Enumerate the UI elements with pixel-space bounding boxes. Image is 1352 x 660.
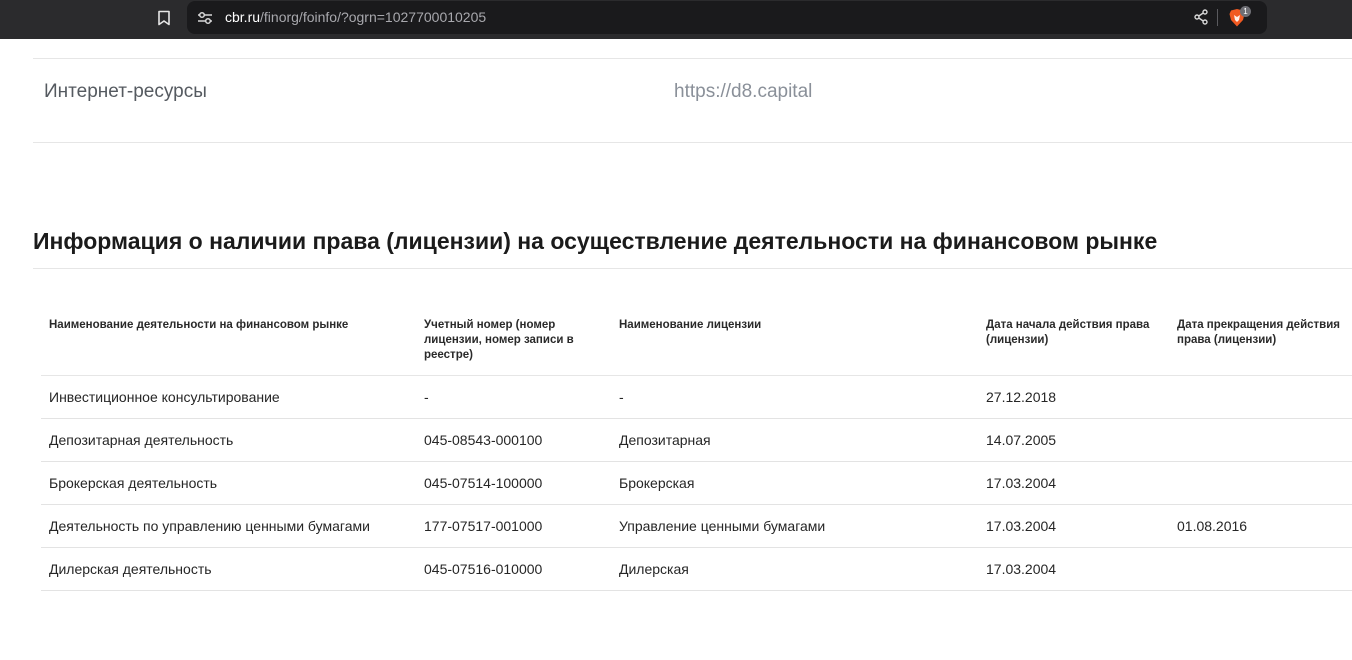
site-settings-icon[interactable] — [195, 8, 215, 28]
cell-license-name: Дилерская — [619, 561, 689, 577]
cell-start-date: 17.03.2004 — [986, 518, 1057, 534]
cell-number: - — [424, 389, 429, 405]
cell-activity: Деятельность по управлению ценными бумаг… — [49, 518, 370, 534]
section-title: Информация о наличии права (лицензии) на… — [33, 228, 1158, 254]
cell-number: 177-07517-001000 — [424, 518, 543, 534]
cell-activity: Депозитарная деятельность — [49, 432, 234, 448]
table-row: Инвестиционное консультирование - - 27.1… — [41, 376, 1352, 419]
cell-activity: Инвестиционное консультирование — [49, 389, 280, 405]
cell-end-date: 01.08.2016 — [1177, 518, 1248, 534]
browser-toolbar: cbr.ru/finorg/foinfo/?ogrn=1027700010205… — [0, 0, 1352, 39]
contact-value-link[interactable]: https://d8.capital — [674, 81, 812, 103]
column-header-activity: Наименование деятельности на финансовом … — [49, 319, 349, 331]
share-icon[interactable] — [1191, 7, 1211, 27]
url-host: cbr.ru — [225, 9, 261, 25]
cell-number: 045-07516-010000 — [424, 561, 543, 577]
bookmark-icon[interactable] — [152, 6, 176, 30]
address-bar[interactable]: cbr.ru/finorg/foinfo/?ogrn=1027700010205… — [187, 1, 1267, 34]
table-row: Деятельность по управлению ценными бумаг… — [41, 505, 1352, 548]
contact-label: Интернет-ресурсы — [44, 81, 207, 102]
table-row: Депозитарная деятельность 045-08543-0001… — [41, 419, 1352, 462]
column-header-number: Учетный номер (номер лицензии, номер зап… — [424, 319, 574, 361]
column-header-start-date: Дата начала действия права (лицензии) — [986, 319, 1150, 346]
cell-activity: Дилерская деятельность — [49, 561, 212, 577]
section-title-divider — [33, 268, 1352, 269]
divider — [33, 142, 1352, 143]
cell-number: 045-07514-100000 — [424, 475, 543, 491]
cell-license-name: Брокерская — [619, 475, 695, 491]
table-row: Брокерская деятельность 045-07514-100000… — [41, 462, 1352, 505]
cell-license-name: Депозитарная — [619, 432, 711, 448]
cell-number: 045-08543-000100 — [424, 432, 543, 448]
cell-start-date: 27.12.2018 — [986, 389, 1057, 405]
cell-start-date: 17.03.2004 — [986, 475, 1057, 491]
divider — [33, 58, 1352, 59]
column-header-end-date: Дата прекращения действия права (лицензи… — [1177, 319, 1341, 346]
brave-shields-icon[interactable]: 1 — [1226, 6, 1251, 30]
table-row: Дилерская деятельность 045-07516-010000 … — [41, 548, 1352, 591]
shields-count-badge: 1 — [1240, 6, 1251, 17]
toolbar-divider — [1217, 9, 1218, 26]
cell-start-date: 14.07.2005 — [986, 432, 1057, 448]
cell-activity: Брокерская деятельность — [49, 475, 218, 491]
column-header-license-name: Наименование лицензии — [619, 319, 762, 331]
url-path: /finorg/foinfo/?ogrn=1027700010205 — [260, 9, 487, 25]
cell-license-name: Управление ценными бумагами — [619, 518, 826, 534]
cell-start-date: 17.03.2004 — [986, 561, 1057, 577]
cell-license-name: - — [619, 389, 624, 405]
url-text[interactable]: cbr.ru/finorg/foinfo/?ogrn=1027700010205 — [225, 9, 486, 25]
